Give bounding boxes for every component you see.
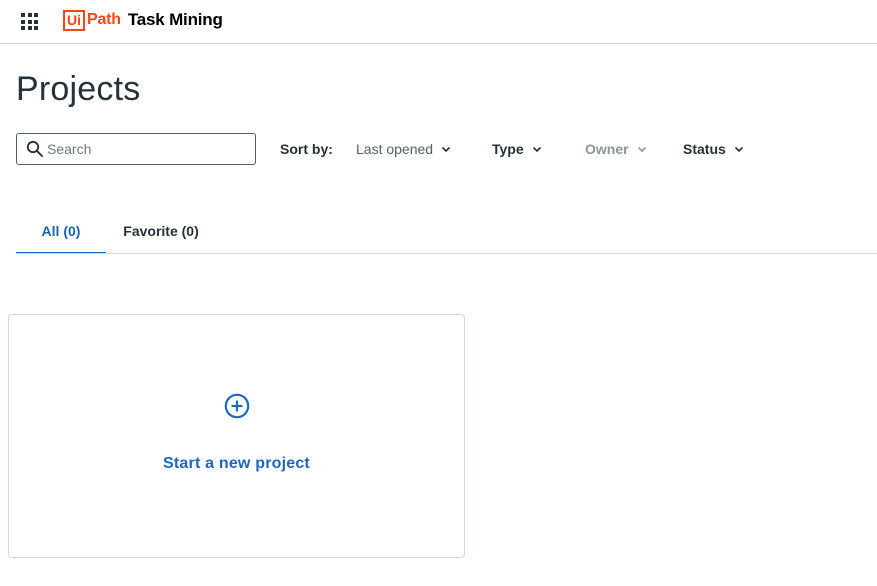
logo-ui-mark: Ui [63,9,85,31]
owner-filter-dropdown[interactable]: Owner [585,137,647,161]
status-filter-dropdown[interactable]: Status [683,137,744,161]
logo-path-text: Path [87,11,121,28]
tab-all-label: All (0) [41,223,81,239]
status-filter-label: Status [683,141,726,157]
sort-value: Last opened [356,141,434,157]
app-launcher-icon[interactable] [21,13,38,30]
type-filter-label: Type [492,141,524,157]
owner-filter-label: Owner [585,141,629,157]
type-filter-dropdown[interactable]: Type [492,137,542,161]
chevron-down-icon [734,146,743,153]
tabs-divider [16,253,877,254]
sort-dropdown[interactable]: Last opened [356,137,451,161]
chevron-down-icon [442,146,451,153]
product-name: Task Mining [127,10,223,29]
search-input[interactable] [47,138,247,160]
start-new-project-card[interactable]: Start a new project [8,314,465,558]
chevron-down-icon [532,146,541,153]
tab-all[interactable]: All (0) [16,216,106,254]
start-new-project-label: Start a new project [163,455,310,472]
search-box[interactable] [16,133,256,165]
tab-favorite-label: Favorite (0) [123,223,199,239]
search-icon [26,140,43,157]
tab-favorite[interactable]: Favorite (0) [106,216,216,254]
page-title: Projects [16,70,141,108]
chevron-down-icon [637,146,646,153]
uipath-logo[interactable]: Ui Path Task Mining [63,9,223,31]
add-circle-icon [224,393,250,419]
top-bar: Ui Path Task Mining [0,0,877,44]
sort-by-label: Sort by: [280,141,333,157]
